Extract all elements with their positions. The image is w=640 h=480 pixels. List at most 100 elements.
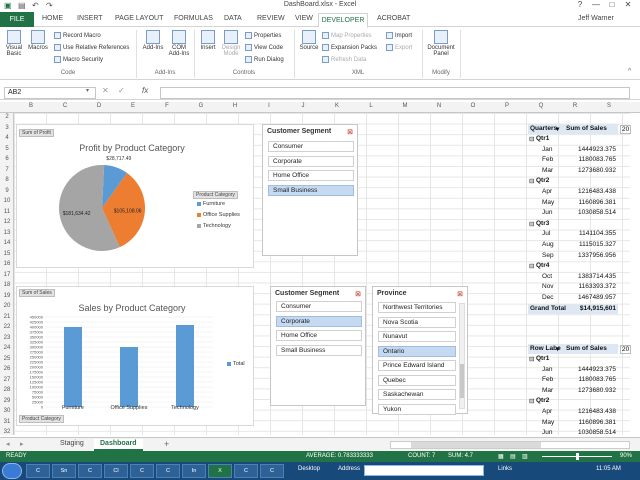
redo-icon[interactable]: ↷ bbox=[46, 1, 53, 10]
collapse-icon[interactable]: ⊟ bbox=[529, 177, 534, 185]
pivot-header-row[interactable]: Row Labe ▾ Sum of Sales bbox=[528, 344, 618, 354]
macros-button[interactable]: Macros bbox=[26, 30, 50, 51]
row-header[interactable]: 12 bbox=[0, 219, 14, 225]
clear-filter-icon[interactable]: ⊠ bbox=[457, 290, 463, 298]
tab-home[interactable]: HOME bbox=[42, 15, 63, 22]
pivot-row-label[interactable]: May bbox=[542, 419, 554, 426]
column-header[interactable]: O bbox=[456, 103, 490, 109]
scrollbar-thumb[interactable] bbox=[411, 442, 541, 448]
slicer-item[interactable]: Corporate bbox=[268, 155, 354, 167]
user-name[interactable]: Jeff Warner bbox=[578, 15, 614, 22]
row-header[interactable]: 20 bbox=[0, 303, 14, 309]
row-header[interactable]: 18 bbox=[0, 282, 14, 288]
zoom-slider[interactable] bbox=[542, 453, 612, 460]
column-header[interactable]: P bbox=[490, 103, 524, 109]
collapse-icon[interactable]: ⊟ bbox=[529, 220, 534, 228]
row-header[interactable]: 7 bbox=[0, 167, 14, 173]
zoom-slider-thumb[interactable] bbox=[576, 453, 579, 460]
collapse-icon[interactable]: ⊟ bbox=[529, 262, 534, 270]
bar-office-supplies[interactable] bbox=[120, 347, 138, 407]
row-header[interactable]: 13 bbox=[0, 230, 14, 236]
insert-function-icon[interactable]: fx bbox=[142, 86, 148, 95]
slicer-item[interactable]: Quebec bbox=[378, 374, 456, 386]
slicer-scrollbar[interactable] bbox=[459, 303, 465, 409]
start-button[interactable] bbox=[2, 463, 22, 479]
column-header[interactable]: E bbox=[116, 103, 150, 109]
slicer-item[interactable]: Ontario bbox=[378, 345, 456, 357]
properties-button[interactable]: Properties bbox=[245, 32, 281, 39]
filter-dropdown-icon[interactable]: ▾ bbox=[556, 345, 559, 353]
sheet-tab-dashboard[interactable]: Dashboard bbox=[94, 439, 143, 451]
address-input[interactable] bbox=[364, 465, 484, 476]
column-header[interactable]: M bbox=[388, 103, 422, 109]
column-header[interactable]: N bbox=[422, 103, 456, 109]
next-sheet-icon[interactable]: ▸ bbox=[20, 440, 24, 448]
row-header[interactable]: 3 bbox=[0, 125, 14, 131]
refresh-data-button[interactable]: Refresh Data bbox=[322, 56, 366, 63]
taskbar-app-icon[interactable]: C bbox=[234, 464, 258, 478]
taskbar-app-icon[interactable]: C bbox=[78, 464, 102, 478]
row-header[interactable]: 19 bbox=[0, 293, 14, 299]
sum-of-profit-field-button[interactable]: Sum of Profit bbox=[19, 129, 54, 137]
slicer-item[interactable]: Home Office bbox=[268, 170, 354, 181]
pivot-row-label[interactable]: Apr bbox=[542, 188, 552, 195]
run-dialog-button[interactable]: Run Dialog bbox=[245, 56, 284, 63]
column-header[interactable]: H bbox=[218, 103, 252, 109]
source-button[interactable]: Source bbox=[297, 30, 321, 51]
add-ins-button[interactable]: Add-Ins bbox=[140, 30, 166, 51]
pivot-row-label[interactable]: Mar bbox=[542, 387, 553, 394]
page-layout-view-icon[interactable]: ▤ bbox=[510, 453, 516, 460]
tab-view[interactable]: VIEW bbox=[295, 15, 313, 22]
desktop-toolbar-label[interactable]: Desktop bbox=[298, 466, 320, 472]
slicer-item[interactable]: Nova Scotia bbox=[378, 316, 456, 328]
tab-file[interactable]: FILE bbox=[0, 12, 34, 27]
row-header[interactable]: 25 bbox=[0, 356, 14, 362]
clear-filter-icon[interactable]: ⊠ bbox=[355, 290, 361, 298]
column-header[interactable]: K bbox=[320, 103, 354, 109]
column-header[interactable]: G bbox=[184, 103, 218, 109]
row-header[interactable]: 4 bbox=[0, 135, 14, 141]
collapse-icon[interactable]: ⊟ bbox=[529, 135, 534, 143]
row-header[interactable]: 23 bbox=[0, 335, 14, 341]
pivot-row-label[interactable]: Qtr2 bbox=[536, 397, 549, 404]
column-header[interactable]: Q bbox=[524, 103, 558, 109]
undo-icon[interactable]: ↶ bbox=[32, 1, 39, 10]
tab-page-layout[interactable]: PAGE LAYOUT bbox=[115, 15, 163, 22]
row-header[interactable]: 16 bbox=[0, 261, 14, 267]
slicer-item[interactable]: Corporate bbox=[276, 315, 362, 327]
com-add-ins-button[interactable]: COM Add-Ins bbox=[166, 30, 192, 57]
close-icon[interactable]: ✕ bbox=[620, 0, 636, 12]
row-header[interactable]: 6 bbox=[0, 156, 14, 162]
horizontal-scrollbar[interactable] bbox=[390, 441, 630, 449]
bar-technology[interactable] bbox=[176, 325, 194, 407]
bar-furniture[interactable] bbox=[64, 327, 82, 407]
row-header[interactable]: 22 bbox=[0, 324, 14, 330]
slicer-item[interactable]: Nunavut bbox=[378, 331, 456, 342]
enter-entry-icon[interactable]: ✓ bbox=[118, 86, 125, 95]
pivot-row-label[interactable]: Qtr2 bbox=[536, 177, 549, 184]
slicer-item[interactable]: Consumer bbox=[268, 141, 354, 152]
pivot-row-label[interactable]: Aug bbox=[542, 241, 554, 248]
profit-pie-chart[interactable]: Sum of Profit Profit by Product Category… bbox=[16, 124, 254, 268]
taskbar-app-icon[interactable]: C bbox=[260, 464, 284, 478]
tab-acrobat[interactable]: ACROBAT bbox=[377, 15, 410, 22]
insert-control-button[interactable]: Insert bbox=[197, 30, 219, 51]
pivot-row-label[interactable]: Sep bbox=[542, 252, 554, 259]
prev-sheet-icon[interactable]: ◂ bbox=[6, 440, 10, 448]
tab-data[interactable]: DATA bbox=[224, 15, 242, 22]
cancel-entry-icon[interactable]: ✕ bbox=[102, 86, 109, 95]
pivot-row-label[interactable]: Jun bbox=[542, 429, 552, 436]
customer-segment-slicer[interactable]: Customer Segment ⊠ Consumer Corporate Home… bbox=[262, 124, 358, 256]
pivot-row-label[interactable]: Qtr3 bbox=[536, 220, 549, 227]
slicer-item[interactable]: Home Office bbox=[276, 330, 362, 341]
taskbar-app-icon[interactable]: Cl bbox=[104, 464, 128, 478]
pivot-row-label[interactable]: Apr bbox=[542, 408, 552, 415]
macro-security-button[interactable]: Macro Security bbox=[54, 56, 103, 63]
pivot-row-label[interactable]: Grand Total bbox=[530, 305, 566, 312]
row-header[interactable]: 21 bbox=[0, 314, 14, 320]
pivot-row-label[interactable]: Dec bbox=[542, 294, 554, 301]
taskbar-app-icon[interactable]: In bbox=[182, 464, 206, 478]
sales-bar-chart[interactable]: Sum of Sales Sales by Product Category 0… bbox=[16, 286, 254, 426]
row-header[interactable]: 24 bbox=[0, 345, 14, 351]
slicer-item[interactable]: Northwest Territories bbox=[378, 302, 456, 313]
